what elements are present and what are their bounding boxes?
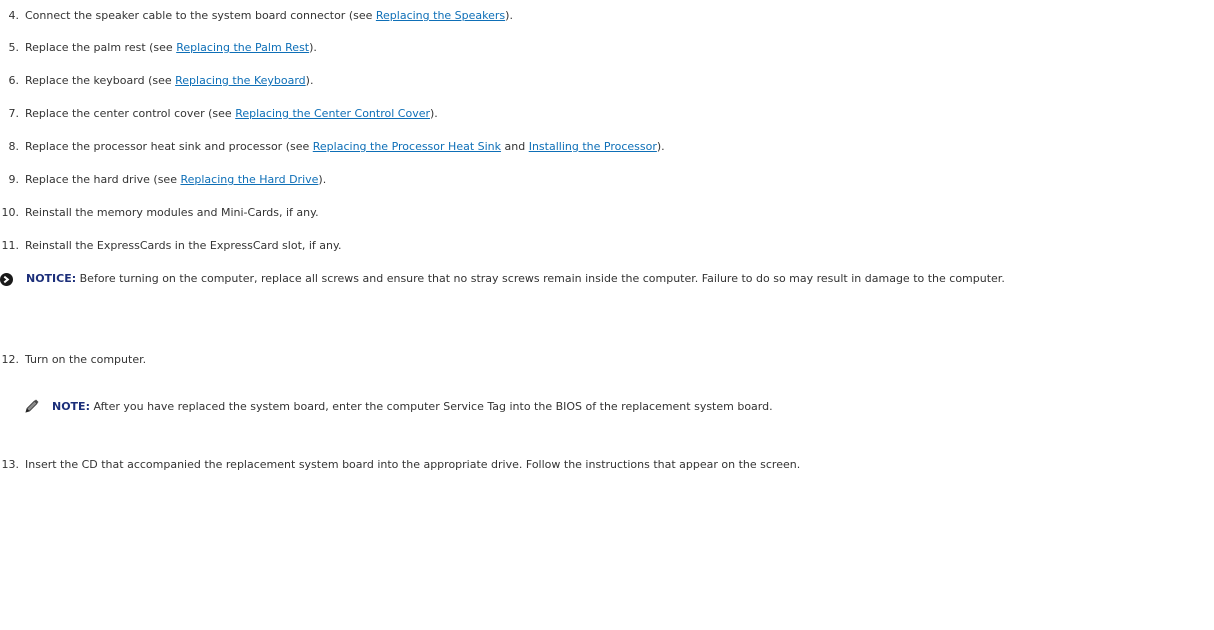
step-text-mid: and	[501, 140, 529, 153]
step-text: Connect the speaker cable to the system …	[25, 9, 376, 22]
notice-text: NOTICE: Before turning on the computer, …	[26, 272, 1200, 286]
step-item: 13. Insert the CD that accompanied the re…	[0, 458, 1214, 472]
step-item: 4. Connect the speaker cable to the syste…	[0, 9, 1214, 23]
step-text: Replace the center control cover (see	[25, 107, 236, 120]
step-text: Replace the keyboard (see	[25, 74, 176, 87]
link-replacing-speakers[interactable]: Replacing the Speakers	[376, 9, 505, 22]
step-item: 8. Replace the processor heat sink and pr…	[0, 140, 1214, 154]
step-text-end: ).	[305, 74, 314, 87]
step-item: 6. Replace the keyboard (see Replacing th…	[0, 74, 1214, 88]
step-number: 5.	[8, 41, 20, 54]
step-number: 7.	[8, 107, 20, 120]
link-replacing-processor-heat-sink[interactable]: Replacing the Processor Heat Sink	[313, 140, 501, 153]
step-text: Replace the processor heat sink and proc…	[25, 140, 313, 153]
step-text-end: ).	[318, 173, 327, 186]
step-text-end: ).	[309, 41, 317, 54]
step-text: Reinstall the memory modules and Mini-Ca…	[25, 206, 319, 219]
step-text-end: ).	[656, 140, 665, 153]
step-number: 13.	[1, 458, 20, 471]
step-item: 7. Replace the center control cover (see …	[0, 107, 1214, 121]
step-number: 8.	[8, 140, 20, 153]
step-number: 10.	[1, 206, 20, 219]
notice-block: NOTICE: Before turning on the computer, …	[0, 272, 1200, 286]
pencil-note-icon	[25, 399, 39, 413]
step-item: 10. Reinstall the memory modules and Mini…	[0, 206, 1214, 220]
notice-body: Before turning on the computer, replace …	[76, 272, 1005, 285]
note-text: NOTE: After you have replaced the system…	[52, 400, 773, 413]
link-replacing-palm-rest[interactable]: Replacing the Palm Rest	[176, 41, 309, 54]
note-label: NOTE:	[52, 400, 90, 413]
step-item: 12. Turn on the computer.	[0, 353, 1214, 367]
step-number: 9.	[8, 173, 20, 186]
notice-label: NOTICE:	[26, 272, 77, 285]
step-number: 4.	[8, 9, 20, 22]
step-text-end: ).	[430, 107, 438, 120]
link-installing-processor[interactable]: Installing the Processor	[529, 140, 657, 153]
step-text-end: ).	[505, 9, 513, 22]
notice-icon	[0, 273, 13, 286]
step-number: 11.	[1, 239, 20, 252]
note-block: NOTE: After you have replaced the system…	[25, 399, 773, 414]
step-number: 12.	[1, 353, 20, 366]
note-body: After you have replaced the system board…	[89, 400, 773, 413]
step-item: 9. Replace the hard drive (see Replacing …	[0, 173, 1214, 187]
link-replacing-hard-drive[interactable]: Replacing the Hard Drive	[180, 173, 318, 186]
step-number: 6.	[8, 74, 20, 87]
link-replacing-keyboard[interactable]: Replacing the Keyboard	[175, 74, 306, 87]
step-item: 5. Replace the palm rest (see Replacing t…	[0, 41, 1214, 55]
step-text: Replace the palm rest (see	[25, 41, 177, 54]
step-text: Insert the CD that accompanied the repla…	[25, 458, 801, 471]
step-item: 11. Reinstall the ExpressCards in the Exp…	[0, 239, 1214, 253]
step-text: Turn on the computer.	[25, 353, 147, 366]
step-text: Replace the hard drive (see	[25, 173, 181, 186]
link-replacing-center-control-cover[interactable]: Replacing the Center Control Cover	[235, 107, 430, 120]
step-text: Reinstall the ExpressCards in the Expres…	[25, 239, 342, 252]
